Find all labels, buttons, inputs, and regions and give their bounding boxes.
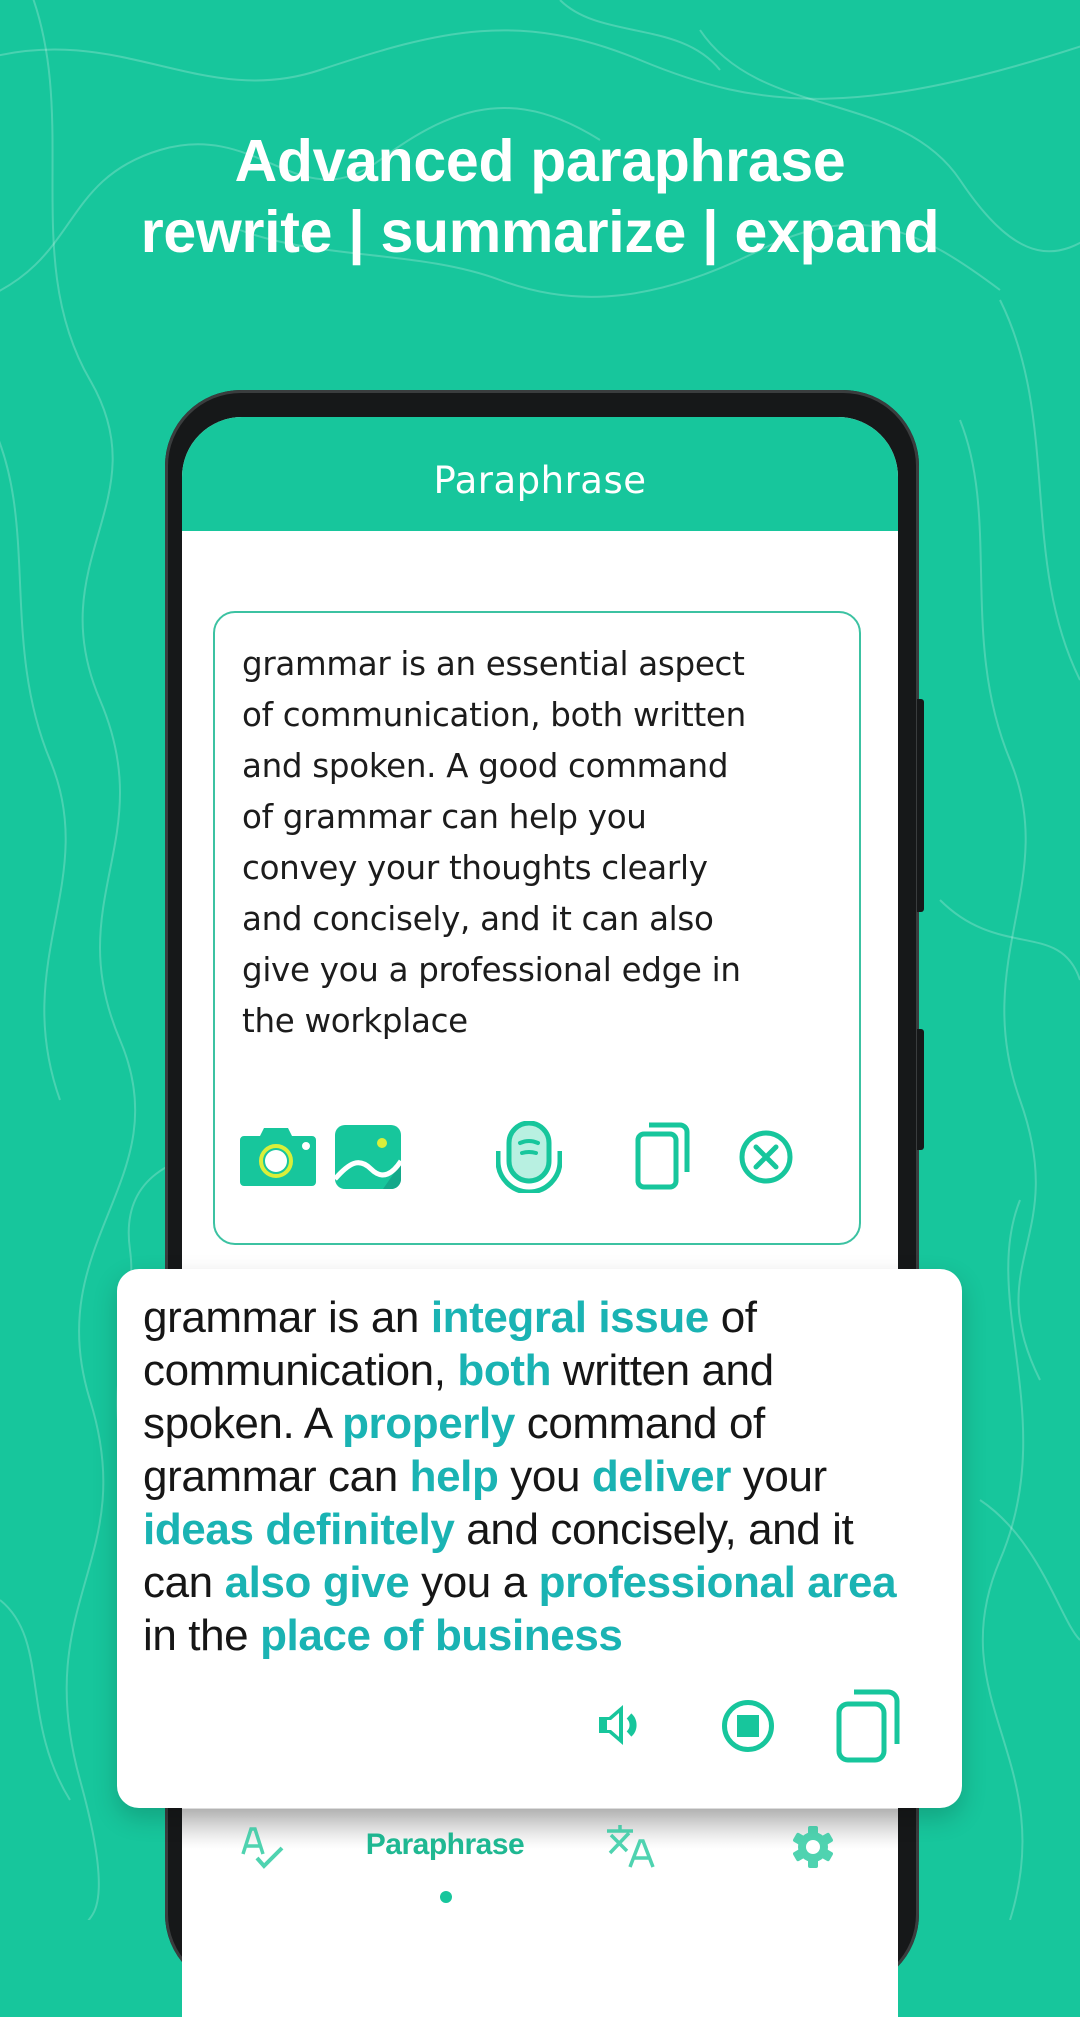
input-text-line: of communication, both written: [242, 696, 746, 734]
unchanged-text: spoken. A: [143, 1399, 343, 1448]
unchanged-text: communication,: [143, 1346, 458, 1395]
result-text-line: grammar is an integral issue of: [143, 1291, 953, 1344]
clear-button[interactable]: [739, 1130, 793, 1184]
gear-icon: [793, 1826, 833, 1868]
unchanged-text: written and: [551, 1346, 774, 1395]
camera-button[interactable]: [238, 1126, 318, 1188]
changed-phrase[interactable]: both: [457, 1346, 551, 1395]
changed-phrase[interactable]: help: [410, 1452, 499, 1501]
unchanged-text: in the: [143, 1611, 261, 1660]
active-tab-indicator: [440, 1891, 452, 1903]
gallery-icon: [333, 1125, 404, 1189]
input-text-line: of grammar can help you: [242, 798, 647, 836]
result-text-line: spoken. A properly command of: [143, 1397, 953, 1450]
copy-button[interactable]: [836, 1689, 902, 1763]
headline-line-2: rewrite | summarize | expand: [140, 199, 940, 265]
changed-phrase[interactable]: integral issue: [431, 1293, 709, 1342]
nav-item-grammar-check[interactable]: [240, 1826, 286, 1870]
unchanged-text: of: [708, 1293, 757, 1342]
input-text-line: and concisely, and it can also: [242, 900, 714, 938]
phone-volume-button: [917, 699, 924, 912]
bottom-nav-shadow: [182, 1809, 898, 1849]
changed-phrase[interactable]: ideas definitely: [143, 1505, 455, 1554]
changed-phrase[interactable]: properly: [342, 1399, 515, 1448]
input-text[interactable]: grammar is an essential aspect of communi…: [242, 639, 842, 1047]
stop-button[interactable]: [721, 1699, 775, 1753]
unchanged-text: your: [730, 1452, 827, 1501]
result-text-line: ideas definitely and concisely, and it: [143, 1503, 953, 1556]
unchanged-text: you a: [409, 1558, 539, 1607]
nav-item-settings[interactable]: [792, 1826, 834, 1868]
speak-button[interactable]: [597, 1702, 647, 1748]
app-title: Paraphrase: [433, 458, 647, 502]
unchanged-text: can: [143, 1558, 225, 1607]
result-text-line: communication, both written and: [143, 1344, 953, 1397]
paste-icon: [635, 1122, 690, 1190]
nav-item-paraphrase[interactable]: Paraphrase: [363, 1828, 527, 1862]
changed-phrase[interactable]: deliver: [592, 1452, 731, 1501]
clear-icon: [739, 1130, 793, 1184]
input-text-line: grammar is an essential aspect: [242, 645, 745, 683]
changed-phrase[interactable]: place of business: [260, 1611, 623, 1660]
result-text-line: can also give you a professional area: [143, 1556, 953, 1609]
unchanged-text: grammar can: [143, 1452, 410, 1501]
camera-icon: [240, 1128, 316, 1186]
input-text-line: convey your thoughts clearly: [242, 849, 708, 887]
app-header: Paraphrase: [182, 417, 898, 531]
microphone-icon: [495, 1120, 563, 1195]
copy-icon: [836, 1689, 900, 1763]
gallery-button[interactable]: [333, 1123, 404, 1190]
speaker-icon: [599, 1705, 637, 1745]
stop-icon: [722, 1700, 774, 1752]
headline: Advanced paraphrase rewrite | summarize …: [0, 126, 1080, 268]
headline-line-1: Advanced paraphrase: [234, 128, 846, 194]
changed-phrase[interactable]: professional area: [539, 1558, 897, 1607]
nav-item-translate[interactable]: [605, 1823, 655, 1869]
microphone-button[interactable]: [495, 1120, 563, 1195]
spellcheck-icon: [241, 1827, 284, 1869]
changed-phrase[interactable]: also give: [225, 1558, 410, 1607]
input-text-line: and spoken. A good command: [242, 747, 729, 785]
input-text-line: give you a professional edge in: [242, 951, 741, 989]
translate-icon: [607, 1825, 655, 1868]
unchanged-text: and concisely, and it: [454, 1505, 854, 1554]
result-text-line: grammar can help you deliver your: [143, 1450, 953, 1503]
input-text-line: the workplace: [242, 1002, 468, 1040]
result-text-line: in the place of business: [143, 1609, 953, 1662]
phone-power-button: [917, 1029, 924, 1150]
unchanged-text: grammar is an: [143, 1293, 431, 1342]
unchanged-text: command of: [514, 1399, 766, 1448]
paste-button[interactable]: [635, 1122, 691, 1190]
unchanged-text: you: [498, 1452, 592, 1501]
paraphrased-text[interactable]: grammar is an integral issue of communica…: [143, 1291, 953, 1662]
